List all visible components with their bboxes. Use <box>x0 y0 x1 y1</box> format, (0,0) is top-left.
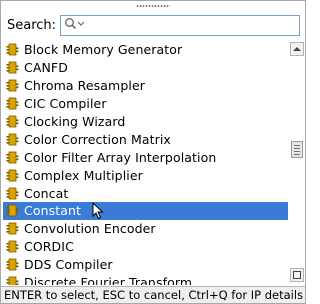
list-item[interactable]: Clocking Wizard <box>3 113 288 131</box>
list-item[interactable]: Convolution Encoder <box>3 220 288 238</box>
status-bar: ENTER to select, ESC to cancel, Ctrl+Q f… <box>1 286 305 303</box>
ip-core-icon <box>6 43 19 56</box>
ip-core-icon <box>6 151 19 164</box>
list-item-label: Convolution Encoder <box>24 221 156 237</box>
list-item[interactable]: Color Correction Matrix <box>3 130 288 148</box>
list-item[interactable]: CANFD <box>3 59 288 77</box>
list-item-label: CIC Compiler <box>24 96 107 112</box>
status-text: ENTER to select, ESC to cancel, Ctrl+Q f… <box>4 288 304 302</box>
list-item[interactable]: Color Filter Array Interpolation <box>3 148 288 166</box>
vertical-scrollbar[interactable] <box>289 41 305 285</box>
scrollbar-thumb[interactable] <box>291 141 303 158</box>
scroll-up-button[interactable] <box>290 42 304 56</box>
resize-grip[interactable] <box>1 1 305 11</box>
list-item-label: Complex Multiplier <box>24 167 143 183</box>
ip-list: Block Memory Generator CANFD Chroma Resamp… <box>3 41 288 285</box>
grip-dots-icon <box>136 5 170 7</box>
ip-core-icon <box>6 115 19 128</box>
list-item[interactable]: Concat <box>3 184 288 202</box>
ip-core-icon <box>6 240 19 253</box>
scroll-down-button[interactable] <box>290 268 304 282</box>
search-label: Search: <box>7 17 57 33</box>
list-item[interactable]: CIC Compiler <box>3 95 288 113</box>
list-item-label: Color Correction Matrix <box>24 131 171 147</box>
list-item[interactable]: Discrete Fourier Transform <box>3 274 288 285</box>
ip-core-icon <box>6 258 19 271</box>
ip-core-icon <box>6 222 19 235</box>
search-icon[interactable] <box>64 17 86 34</box>
scroll-down-box-icon <box>293 271 301 279</box>
search-input[interactable] <box>90 16 300 34</box>
list-item-label: Chroma Resampler <box>24 78 145 94</box>
ip-core-icon <box>6 204 19 217</box>
list-item[interactable]: Constant <box>3 201 288 220</box>
search-row: Search: <box>1 11 305 39</box>
search-field[interactable] <box>60 14 301 36</box>
list-item-label: Discrete Fourier Transform <box>24 275 193 285</box>
ip-core-icon <box>6 61 19 74</box>
list-item[interactable]: Complex Multiplier <box>3 166 288 184</box>
list-item-label: DDS Compiler <box>24 257 113 273</box>
ip-core-icon <box>6 187 19 200</box>
list-item[interactable]: DDS Compiler <box>3 256 288 274</box>
ip-core-icon <box>6 133 19 146</box>
ip-catalog-popup: Search: Block Memory Generator CANFD Chrom… <box>0 0 306 304</box>
list-item[interactable]: Block Memory Generator <box>3 41 288 59</box>
ip-core-icon <box>6 97 19 110</box>
list-item-label: Block Memory Generator <box>24 42 183 58</box>
list-item-label: CORDIC <box>24 239 74 255</box>
ip-core-icon <box>6 79 19 92</box>
list-item-label: Concat <box>24 185 69 201</box>
list-item[interactable]: CORDIC <box>3 238 288 256</box>
scroll-up-arrow-icon <box>293 47 301 51</box>
list-item[interactable]: Chroma Resampler <box>3 77 288 95</box>
ip-core-icon <box>6 276 19 285</box>
list-item-label: Constant <box>24 203 81 219</box>
list-item-label: Color Filter Array Interpolation <box>24 149 217 165</box>
list-item-label: CANFD <box>24 60 68 76</box>
ip-core-icon <box>6 169 19 182</box>
list-item-label: Clocking Wizard <box>24 114 126 129</box>
